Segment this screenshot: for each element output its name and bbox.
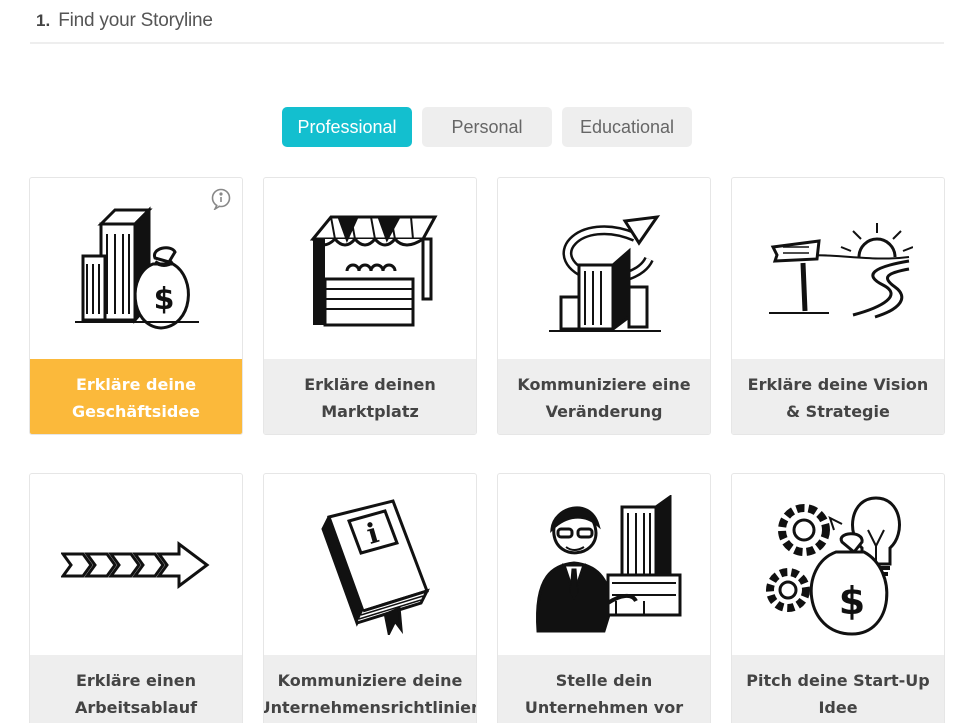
card-label: Kommuniziere deine Unternehmensrichtlini… — [264, 655, 476, 723]
card-image — [498, 474, 710, 655]
card-label: Erkläre deine Geschäftsidee — [30, 359, 242, 434]
card-image — [30, 474, 242, 655]
tab-educational[interactable]: Educational — [562, 107, 692, 147]
storyline-card-unternehmensrichtlinien[interactable]: i Kommuniziere deine Unternehmensrichtli… — [263, 473, 477, 723]
card-image: $ — [732, 474, 944, 655]
category-tabs: Professional Personal Educational — [282, 107, 692, 147]
storyline-card-vision-strategie[interactable]: Erkläre deine Vision & Strategie — [731, 177, 945, 435]
building-change-arrow-icon — [549, 214, 661, 332]
market-stall-icon — [309, 215, 438, 326]
card-label: Kommuniziere eine Veränderung — [498, 359, 710, 434]
card-label: Stelle dein Unternehmen vor — [498, 655, 710, 723]
process-arrows-icon — [61, 540, 210, 589]
step-header: 1. Find your Storyline — [30, 0, 944, 44]
card-label: Pitch deine Start-Up Idee — [732, 655, 944, 723]
card-label: Erkläre deinen Marktplatz — [264, 359, 476, 434]
step-title: Find your Storyline — [58, 10, 213, 31]
businessman-building-icon — [535, 494, 682, 632]
card-image — [498, 178, 710, 359]
card-image: i — [264, 474, 476, 655]
step-number: 1. — [36, 11, 51, 30]
storyline-card-veraenderung[interactable]: Kommuniziere eine Veränderung — [497, 177, 711, 435]
info-book-icon: i — [321, 498, 430, 635]
signpost-sunrise-road-icon — [769, 222, 913, 318]
storyline-card-start-up-pitch[interactable]: $ Pitch deine Start-Up Idee — [731, 473, 945, 723]
storyline-card-arbeitsablauf[interactable]: Erkläre einen Arbeitsablauf — [29, 473, 243, 723]
card-label: Erkläre deine Vision & Strategie — [732, 359, 944, 434]
storyline-card-marktplatz[interactable]: Erkläre deinen Marktplatz — [263, 177, 477, 435]
tab-personal[interactable]: Personal — [422, 107, 552, 147]
card-label: Erkläre einen Arbeitsablauf — [30, 655, 242, 723]
card-image — [264, 178, 476, 359]
info-icon[interactable] — [210, 188, 232, 210]
svg-text:$: $ — [839, 579, 865, 623]
card-image — [732, 178, 944, 359]
gears-lightbulb-money-icon: $ — [766, 495, 901, 636]
storyline-card-geschaeftsidee[interactable]: $ Erkläre deine Geschäftsidee — [29, 177, 243, 435]
storyline-card-unternehmen-vorstellen[interactable]: Stelle dein Unternehmen vor — [497, 473, 711, 723]
money-bag-buildings-icon: $ — [75, 205, 199, 330]
svg-text:$: $ — [154, 282, 175, 317]
tab-professional[interactable]: Professional — [282, 107, 412, 147]
